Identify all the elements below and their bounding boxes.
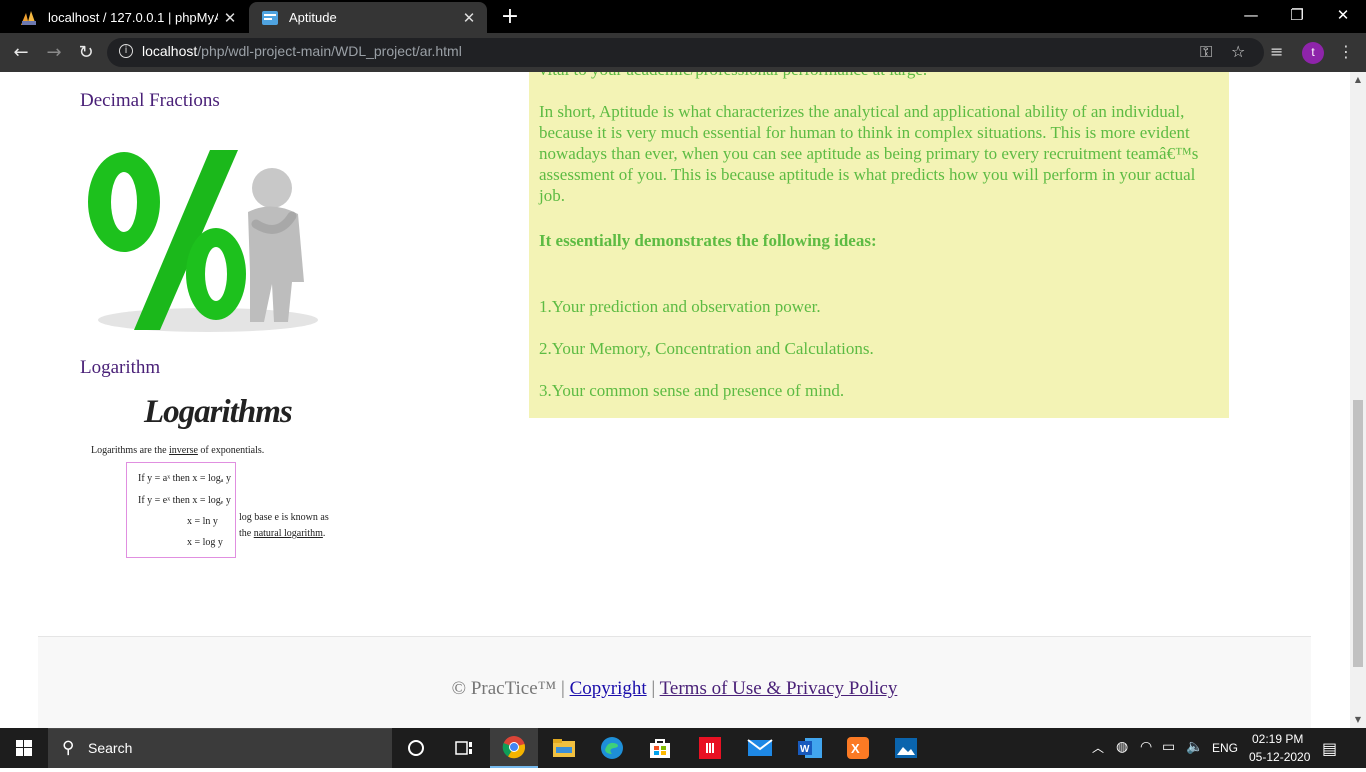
percent-figure-icon [88, 150, 318, 332]
browser-toolbar: ← → ↻ i localhost/php/wdl-project-main/W… [0, 33, 1366, 72]
close-window-icon[interactable]: ✕ [1320, 0, 1366, 33]
log-image-caption: Logarithms are the inverse of exponentia… [91, 445, 265, 456]
clock-time[interactable]: 02:19 PM [1252, 732, 1303, 746]
minimize-icon[interactable]: — [1228, 0, 1274, 33]
info-bold-heading: It essentially demonstrates the followin… [539, 231, 877, 250]
tab-strip: localhost / 127.0.0.1 | phpMyAdm ✕ Aptit… [0, 0, 1366, 33]
office-app-icon[interactable] [686, 728, 734, 768]
scroll-down-icon[interactable]: ▼ [1350, 712, 1366, 728]
footer-line: © PracTice™ | Copyright | Terms of Use &… [38, 678, 1311, 700]
volume-icon[interactable]: 🔈 [1186, 739, 1203, 755]
address-bar[interactable]: i localhost/php/wdl-project-main/WDL_pro… [107, 38, 1264, 67]
chevron-up-icon[interactable]: ︿ [1092, 739, 1104, 756]
taskbar-search[interactable]: ⚲ Search [48, 728, 392, 768]
copyright-link[interactable]: Copyright [570, 678, 647, 699]
log-note-line-2: the natural logarithm. [239, 528, 326, 539]
terms-privacy-link[interactable]: Terms of Use & Privacy Policy [660, 678, 898, 699]
task-view-icon[interactable] [440, 728, 488, 768]
log-note-line-1: log base e is known as [239, 512, 329, 523]
language-indicator[interactable]: ENG [1212, 741, 1238, 755]
cortana-icon[interactable] [392, 728, 440, 768]
xampp-icon[interactable]: X [834, 728, 882, 768]
chrome-icon[interactable] [490, 728, 538, 768]
log-image-title: Logarithms [144, 394, 293, 430]
svg-text:X: X [851, 741, 860, 756]
search-icon: ⚲ [62, 738, 75, 758]
key-icon[interactable]: ⚿ [1200, 42, 1212, 62]
star-icon[interactable]: ☆ [1231, 42, 1245, 61]
notification-icon[interactable]: ▤ [1322, 739, 1337, 758]
windows-start-button[interactable] [0, 728, 48, 768]
search-placeholder: Search [88, 740, 133, 756]
store-icon[interactable] [636, 728, 684, 768]
word-icon[interactable]: W [786, 728, 834, 768]
media-queue-icon[interactable]: ≡ [1270, 42, 1283, 61]
battery-icon[interactable]: ▭ [1162, 739, 1175, 755]
section-heading-logarithm: Logarithm [80, 357, 161, 378]
idea-item: 1.Your prediction and observation power. [539, 297, 821, 316]
tab-aptitude[interactable]: Aptitude ✕ [249, 2, 487, 33]
back-arrow-icon[interactable]: ← [8, 40, 34, 66]
url-path: /php/wdl-project-main/WDL_project/ar.htm… [197, 43, 462, 59]
security-icon[interactable]: ◍ [1116, 739, 1128, 755]
tab-title: localhost / 127.0.0.1 | phpMyAdm [48, 10, 218, 25]
new-tab-button[interactable]: + [498, 4, 522, 29]
scroll-thumb[interactable] [1353, 400, 1363, 667]
log-formula-box: If y = aˣ then x = logₐ y If y = eˣ then… [126, 462, 236, 558]
edge-icon[interactable] [588, 728, 636, 768]
forward-arrow-icon[interactable]: → [41, 40, 67, 66]
aptitude-info-panel: vital to your academic/professional perf… [529, 72, 1229, 418]
scroll-up-icon[interactable]: ▲ [1350, 72, 1366, 88]
info-top-line: vital to your academic/professional perf… [539, 72, 1219, 80]
restore-icon[interactable]: ❐ [1274, 0, 1320, 33]
photos-icon[interactable] [882, 728, 930, 768]
profile-avatar[interactable]: t [1302, 42, 1324, 64]
wifi-icon[interactable]: ◠ [1140, 739, 1152, 755]
mail-icon[interactable] [736, 728, 784, 768]
tab-close-icon[interactable]: ✕ [457, 9, 481, 27]
tab-close-icon[interactable]: ✕ [218, 9, 242, 27]
menu-dots-icon[interactable]: ⋮ [1338, 42, 1354, 61]
url-text[interactable]: localhost/php/wdl-project-main/WDL_proje… [142, 43, 462, 59]
page-viewport: Decimal Fractions Logarithm Logarithms L… [0, 72, 1366, 728]
page-scrollbar[interactable]: ▲ ▼ [1350, 72, 1366, 728]
svg-text:W: W [800, 744, 810, 755]
percent-thinking-image [78, 142, 330, 336]
footer-separator: | [646, 678, 660, 699]
file-explorer-icon[interactable] [540, 728, 588, 768]
logarithm-image: Logarithms Logarithms are the inverse of… [88, 394, 329, 566]
idea-item: 3.Your common sense and presence of mind… [539, 381, 845, 400]
windows-logo-icon [16, 740, 32, 756]
idea-item: 2.Your Memory, Concentration and Calcula… [539, 339, 874, 358]
tab-phpmyadmin[interactable]: localhost / 127.0.0.1 | phpMyAdm ✕ [8, 2, 248, 33]
page-favicon-icon [262, 10, 278, 25]
url-host: localhost [142, 43, 198, 59]
page-footer: © PracTice™ | Copyright | Terms of Use &… [38, 636, 1311, 728]
info-paragraph: In short, Aptitude is what characterizes… [539, 102, 1199, 205]
reload-icon[interactable]: ↻ [73, 40, 99, 66]
windows-taskbar: ⚲ Search W X ︿ ◍ ◠ ▭ 🔈 ENG 02:19 PM 05-1… [0, 728, 1366, 768]
info-icon[interactable]: i [119, 44, 133, 58]
footer-copyright-text: © PracTice™ | [451, 678, 570, 699]
section-heading-decimal-fractions: Decimal Fractions [80, 90, 220, 111]
phpmyadmin-icon [21, 10, 36, 25]
tab-title: Aptitude [289, 10, 337, 25]
clock-date[interactable]: 05-12-2020 [1249, 750, 1310, 764]
